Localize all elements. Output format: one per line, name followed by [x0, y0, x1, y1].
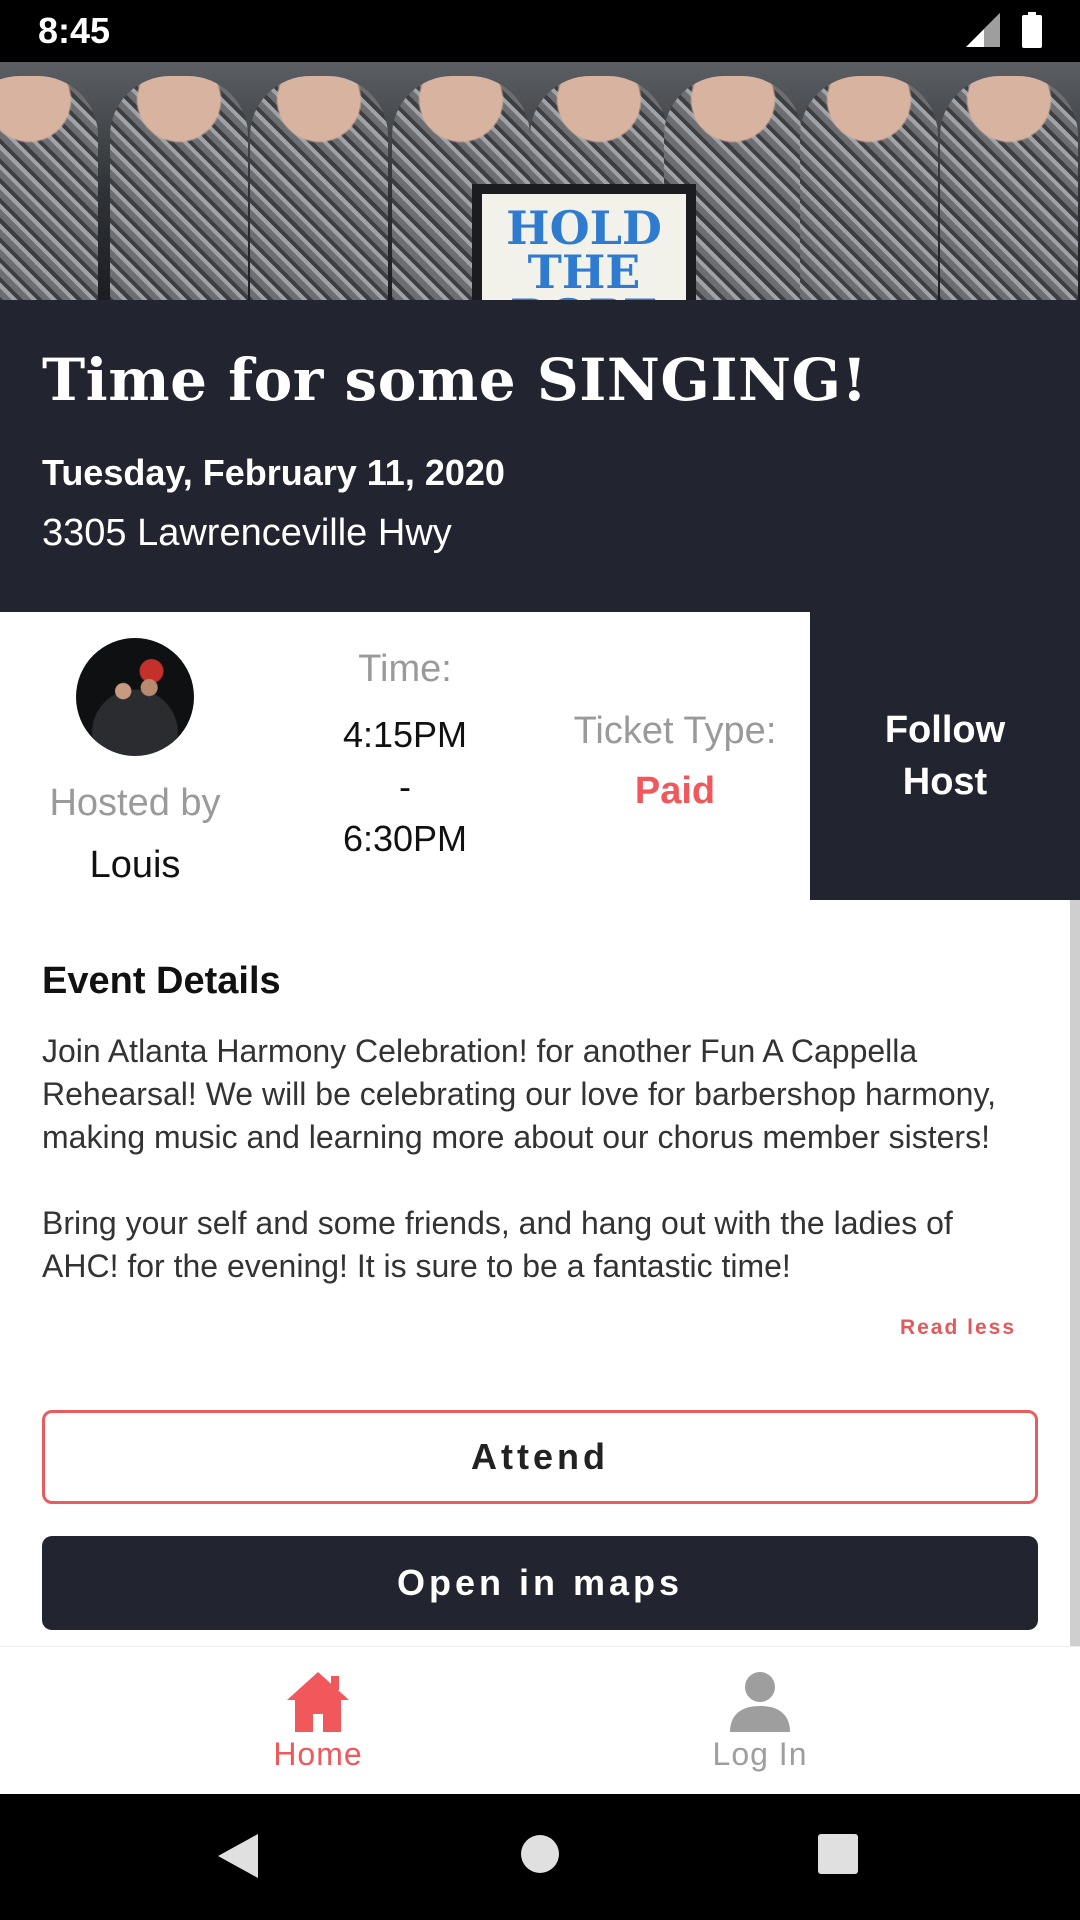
event-date: Tuesday, February 11, 2020: [42, 452, 505, 493]
performer-figure: [110, 76, 248, 300]
home-icon: [287, 1671, 349, 1732]
nav-log-in[interactable]: Log In: [660, 1647, 860, 1795]
hold-the-rope-sign: HOLD THE ROPE: [472, 184, 696, 300]
event-details-heading: Event Details: [42, 960, 281, 1002]
follow-host-button[interactable]: Follow Host: [810, 612, 1080, 900]
performer-figure: [940, 76, 1078, 300]
event-address: 3305 Lawrenceville Hwy: [42, 512, 452, 554]
bottom-navigation: Home Log In: [0, 1646, 1080, 1795]
event-header: Time for some SINGING! Tuesday, February…: [0, 300, 1080, 612]
event-details-text: Join Atlanta Harmony Celebration! for an…: [42, 1033, 996, 1284]
battery-icon: [1022, 12, 1042, 48]
attend-button-label: Attend: [471, 1436, 609, 1477]
recents-icon[interactable]: [816, 1832, 860, 1876]
time-end: 6:30PM: [342, 818, 468, 859]
attend-button[interactable]: Attend: [42, 1410, 1038, 1504]
performer-figure: [0, 76, 98, 300]
status-time: 8:45: [38, 10, 111, 51]
hosted-by-label: Hosted by: [49, 782, 221, 824]
system-navigation-bar: [0, 1794, 1080, 1920]
ticket-type-label: Ticket Type:: [573, 710, 777, 752]
ticket-type-value: Paid: [634, 770, 716, 812]
performer-figure: [250, 76, 388, 300]
time-start: 4:15PM: [342, 714, 468, 755]
follow-host-label: Follow Host: [884, 709, 1006, 803]
home-circle-icon[interactable]: [518, 1832, 562, 1876]
host-avatar[interactable]: [76, 638, 194, 756]
time-label: Time:: [358, 648, 452, 690]
nav-home[interactable]: Home: [218, 1647, 418, 1795]
status-bar: 8:45: [0, 0, 1080, 62]
status-icons: [966, 12, 1042, 48]
sign-text: HOLD THE ROPE: [482, 194, 686, 300]
open-in-maps-label: Open in maps: [396, 1562, 684, 1603]
open-in-maps-button[interactable]: Open in maps: [42, 1536, 1038, 1630]
performer-figure: [800, 76, 938, 300]
nav-home-label: Home: [273, 1735, 363, 1772]
read-less-link[interactable]: Read less: [900, 1316, 1016, 1340]
event-cover-image: HOLD THE ROPE: [0, 62, 1080, 300]
host-name[interactable]: Louis: [0, 844, 270, 887]
time-separator: -: [399, 766, 411, 807]
event-info-row: Hosted by Louis Time: 4:15PM - 6:30PM Ti…: [0, 612, 1080, 902]
back-icon[interactable]: [216, 1832, 260, 1880]
scrollbar[interactable]: [1070, 900, 1080, 1646]
person-icon: [730, 1671, 790, 1732]
event-title: Time for some SINGING!: [42, 346, 868, 414]
signal-icon: [966, 13, 1000, 47]
nav-log-in-label: Log In: [712, 1735, 808, 1772]
